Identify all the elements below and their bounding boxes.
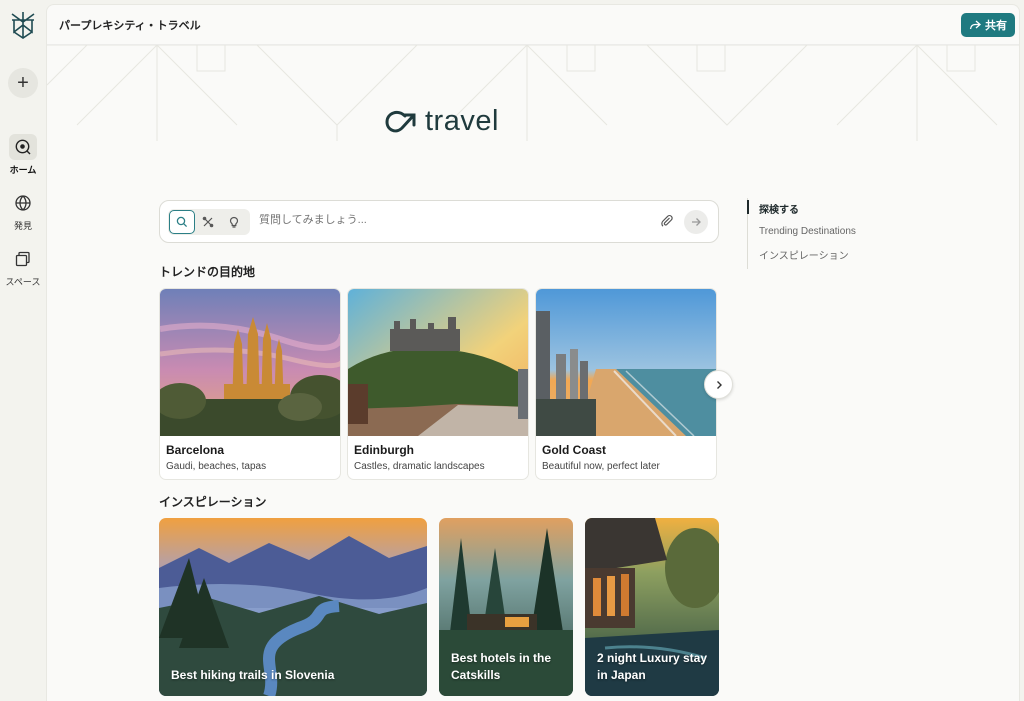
lightbulb-icon	[229, 216, 239, 228]
card-title: 2 night Luxury stay in Japan	[597, 651, 708, 682]
destination-card-barcelona[interactable]: Barcelona Gaudi, beaches, tapas	[159, 288, 341, 480]
arrow-loop-icon	[385, 110, 416, 132]
home-search-icon	[9, 134, 37, 160]
share-button[interactable]: 共有	[961, 13, 1015, 37]
new-thread-button[interactable]: +	[8, 68, 38, 98]
card-title: Gold Coast	[542, 443, 607, 457]
search-mode-button[interactable]	[169, 210, 195, 234]
attach-button[interactable]	[660, 214, 674, 233]
inspiration-card-catskills[interactable]: Best hotels in the Catskills	[439, 518, 573, 696]
share-icon	[969, 20, 981, 30]
sidebar: + ホーム 発見 スペース	[0, 0, 46, 701]
sidebar-item-label: ホーム	[9, 165, 37, 175]
inspiration-section-title: インスピレーション	[159, 495, 267, 509]
sidebar-item-label: スペース	[5, 277, 41, 287]
share-label: 共有	[985, 20, 1007, 32]
sidebar-item-discover[interactable]: 発見	[0, 190, 46, 232]
barcelona-image	[160, 289, 340, 436]
card-subtitle: Castles, dramatic landscapes	[354, 461, 485, 472]
page-title: パープレキシティ・トラベル	[59, 20, 201, 32]
inspiration-card-japan[interactable]: 2 night Luxury stay in Japan	[585, 518, 719, 696]
travel-brand-logo: travel	[383, 105, 499, 138]
brand-name: travel	[425, 105, 499, 137]
perplexity-logo-icon[interactable]	[8, 10, 38, 40]
card-title: Best hiking trails in Slovenia	[171, 668, 335, 682]
toc-item-trending[interactable]: Trending Destinations	[748, 223, 856, 244]
top-bar: パープレキシティ・トラベル 共有	[47, 5, 1019, 45]
submit-button[interactable]	[684, 210, 708, 234]
search-mode-group	[168, 209, 250, 235]
card-title: Best hotels in the Catskills	[451, 651, 552, 682]
main-panel: パープレキシティ・トラベル 共有 travel 質問してみましょう... トレン…	[46, 4, 1020, 701]
search-input[interactable]	[259, 214, 639, 226]
table-of-contents: 探検する Trending Destinations インスピレーション	[747, 198, 856, 269]
search-icon	[176, 216, 188, 228]
search-box	[159, 200, 719, 243]
research-icon	[202, 216, 214, 228]
research-mode-button[interactable]	[195, 210, 221, 234]
gold-coast-image	[536, 289, 716, 436]
destination-card-gold-coast[interactable]: Gold Coast Beautiful now, perfect later	[535, 288, 717, 480]
paperclip-icon	[661, 214, 673, 227]
labs-mode-button[interactable]	[221, 210, 247, 234]
background-pattern	[47, 45, 1019, 141]
card-subtitle: Gaudi, beaches, tapas	[166, 461, 267, 472]
sidebar-item-home[interactable]: ホーム	[0, 134, 46, 176]
carousel-next-button[interactable]	[704, 370, 733, 399]
destination-card-edinburgh[interactable]: Edinburgh Castles, dramatic landscapes	[347, 288, 529, 480]
sidebar-item-spaces[interactable]: スペース	[0, 246, 46, 288]
chevron-right-icon	[716, 380, 722, 389]
card-title: Edinburgh	[354, 443, 414, 457]
spaces-icon	[9, 246, 37, 272]
sidebar-item-label: 発見	[13, 221, 32, 231]
card-title: Barcelona	[166, 443, 225, 457]
toc-item-explore[interactable]: 探検する	[747, 198, 856, 223]
arrow-right-icon	[692, 218, 701, 226]
globe-icon	[9, 190, 37, 216]
edinburgh-image	[348, 289, 528, 436]
toc-item-inspiration[interactable]: インスピレーション	[748, 244, 856, 269]
card-subtitle: Beautiful now, perfect later	[542, 461, 660, 472]
trending-section-title: トレンドの目的地	[159, 265, 256, 279]
inspiration-card-slovenia[interactable]: Best hiking trails in Slovenia	[159, 518, 427, 696]
